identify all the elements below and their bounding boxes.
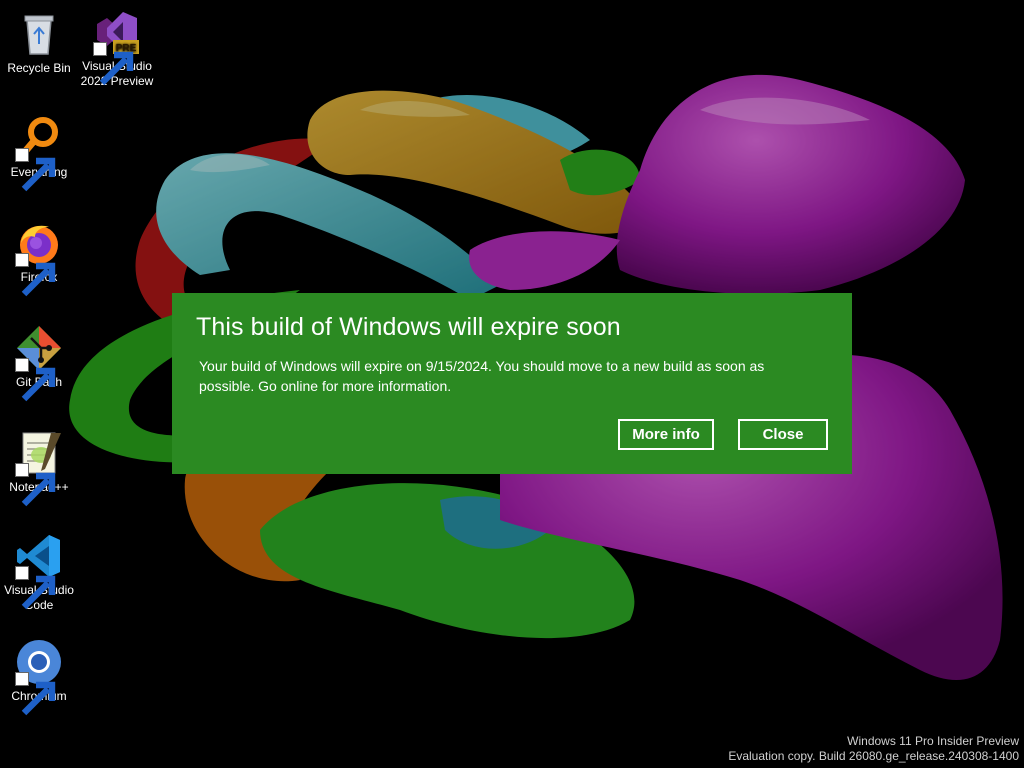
shortcut-arrow-icon (93, 42, 134, 86)
everything-search-icon (15, 114, 63, 192)
dialog-message: Your build of Windows will expire on 9/1… (199, 358, 765, 394)
dialog-title: This build of Windows will expire soon (196, 313, 621, 341)
shortcut-arrow-icon (15, 253, 56, 297)
desktop-icon-firefox[interactable]: Firefox (0, 219, 78, 297)
desktop: Recycle Bin PRE Visual Studio 2022 Previ… (0, 0, 1024, 768)
vscode-icon (15, 532, 63, 610)
firefox-icon (15, 219, 63, 297)
shortcut-arrow-icon (15, 148, 56, 192)
desktop-icon-chromium[interactable]: Chromium (0, 638, 78, 716)
desktop-icon-label: Recycle Bin (7, 61, 71, 75)
recycle-bin-icon (15, 10, 63, 58)
shortcut-arrow-icon (15, 566, 56, 610)
more-info-button[interactable]: More info (618, 419, 714, 450)
windows-watermark: Windows 11 Pro Insider Preview Evaluatio… (728, 734, 1019, 764)
desktop-icon-visual-studio-code[interactable]: Visual Studio Code (0, 532, 78, 613)
desktop-icon-visual-studio-2022-preview[interactable]: PRE Visual Studio 2022 Preview (78, 8, 156, 89)
notepad-plus-plus-icon (15, 429, 63, 507)
desktop-icon-notepad-plus-plus[interactable]: Notepad++ (0, 429, 78, 507)
close-button[interactable]: Close (738, 419, 828, 450)
shortcut-arrow-icon (15, 358, 56, 402)
watermark-edition: Windows 11 Pro Insider Preview (847, 734, 1019, 748)
desktop-icon-git-bash[interactable]: Git Bash (0, 324, 78, 402)
visual-studio-icon: PRE (93, 8, 141, 86)
chromium-icon (15, 638, 63, 716)
desktop-icon-recycle-bin[interactable]: Recycle Bin (0, 10, 78, 76)
watermark-build: Evaluation copy. Build 26080.ge_release.… (728, 749, 1019, 763)
git-bash-icon (15, 324, 63, 402)
desktop-icon-everything[interactable]: Everything (0, 114, 78, 192)
expiration-dialog: This build of Windows will expire soon Y… (172, 293, 852, 474)
shortcut-arrow-icon (15, 463, 56, 507)
shortcut-arrow-icon (15, 672, 56, 716)
